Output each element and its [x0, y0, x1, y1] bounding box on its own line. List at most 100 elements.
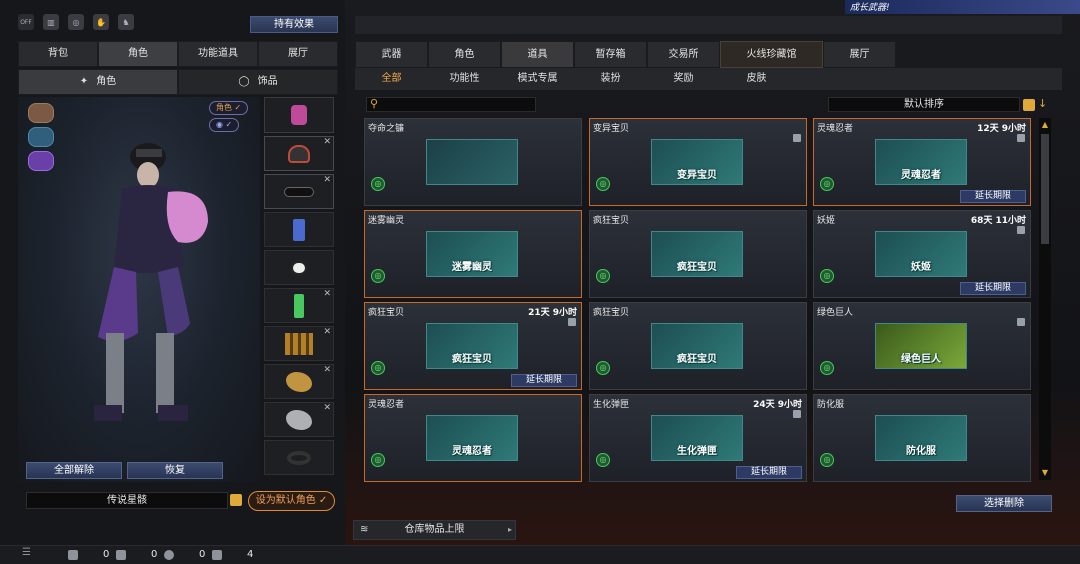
- event-banner[interactable]: 成长武器!: [845, 0, 1080, 14]
- power-off-icon[interactable]: OFF: [18, 14, 34, 30]
- slot-bracelet[interactable]: [264, 440, 334, 475]
- message-count: 0: [199, 549, 206, 560]
- thumbnail-label: 疯狂宝贝: [452, 354, 492, 365]
- character-preview[interactable]: 角色 ✓ ◉ ✓: [18, 97, 260, 482]
- extend-duration-button[interactable]: 延长期限: [511, 374, 577, 387]
- sort-select[interactable]: 默认排序: [828, 97, 1020, 112]
- category-functional[interactable]: 功能性: [428, 68, 501, 90]
- tradeable-badge-icon: ◎: [371, 269, 385, 283]
- slot-goggles[interactable]: ✕: [264, 174, 334, 209]
- slot-battery[interactable]: ✕: [264, 288, 334, 323]
- remove-helmet-icon[interactable]: ✕: [323, 137, 331, 147]
- item-name: 灵魂忍者: [368, 400, 405, 410]
- extend-duration-button[interactable]: 延长期限: [736, 466, 802, 479]
- item-card[interactable]: 夺命之镰 ◎: [364, 118, 582, 206]
- lock-icon[interactable]: [1017, 226, 1025, 234]
- status-bar: ☰ 0 0 0 4: [0, 545, 1080, 564]
- clear-all-button[interactable]: 全部解除: [26, 462, 122, 479]
- restore-button[interactable]: 恢复: [127, 462, 223, 479]
- item-card[interactable]: 生化弹匣 24天 9小时 生化弹匣 ◎ 延长期限: [589, 394, 807, 482]
- item-time-left: 21天 9小时: [528, 308, 577, 318]
- sort-order-icon[interactable]: ↓: [1038, 97, 1047, 110]
- speaker-icon[interactable]: [212, 550, 222, 560]
- item-thumbnail: 疯狂宝贝: [426, 323, 518, 369]
- tab-items[interactable]: 道具: [501, 41, 574, 68]
- category-bar: 全部 功能性 模式专属 装扮 奖励 皮肤: [355, 68, 1062, 90]
- shield-icon[interactable]: [116, 550, 126, 560]
- item-card[interactable]: 绿色巨人 绿色巨人 ◎: [813, 302, 1031, 390]
- remove-goggles-icon[interactable]: ✕: [323, 175, 331, 185]
- subtab-accessory[interactable]: ◯ 饰品: [178, 69, 338, 95]
- thumbnail-label: 生化弹匣: [677, 446, 717, 457]
- item-name: 妖姬: [817, 216, 836, 226]
- character-icon: ✦: [79, 76, 89, 87]
- menu-icon[interactable]: ☰: [22, 547, 32, 558]
- slot-panda[interactable]: [264, 250, 334, 285]
- item-card[interactable]: 灵魂忍者 12天 9小时 灵魂忍者 ◎ 延长期限: [813, 118, 1031, 206]
- sub-tab-bar: ✦ 角色 ◯ 饰品: [18, 69, 338, 95]
- item-card[interactable]: 妖姬 68天 11小时 妖姬 ◎ 延长期限: [813, 210, 1031, 298]
- pet-icon[interactable]: ♞: [118, 14, 134, 30]
- owned-effects-button[interactable]: 持有效果: [250, 16, 338, 33]
- tab-roles[interactable]: 角色: [428, 41, 501, 68]
- remove-battery-icon[interactable]: ✕: [323, 289, 331, 299]
- item-card[interactable]: 防化服 防化服 ◎: [813, 394, 1031, 482]
- tab-character[interactable]: 角色: [98, 41, 178, 67]
- slot-gold-dragon[interactable]: ✕: [264, 364, 334, 399]
- subtab-character[interactable]: ✦ 角色: [18, 69, 178, 95]
- item-card[interactable]: 灵魂忍者 灵魂忍者 ◎: [364, 394, 582, 482]
- tab-exhibit[interactable]: 展厅: [823, 41, 896, 68]
- stats-icon[interactable]: ▥: [43, 14, 59, 30]
- slot-ammo[interactable]: ✕: [264, 326, 334, 361]
- tab-exchange[interactable]: 交易所: [647, 41, 720, 68]
- item-card[interactable]: 变异宝贝 变异宝贝 ◎: [589, 118, 807, 206]
- slot-helmet[interactable]: ✕: [264, 136, 334, 171]
- remove-gold-dragon-icon[interactable]: ✕: [323, 365, 331, 375]
- category-all[interactable]: 全部: [355, 68, 428, 90]
- tab-weapons[interactable]: 武器: [355, 41, 428, 68]
- slot-radio[interactable]: [264, 212, 334, 247]
- lock-icon[interactable]: [793, 134, 801, 142]
- category-mode[interactable]: 模式专属: [501, 68, 574, 90]
- extend-duration-button[interactable]: 延长期限: [960, 190, 1026, 203]
- thumbnail-label: 疯狂宝贝: [677, 262, 717, 273]
- camera-rotate-icon[interactable]: ◎: [68, 14, 84, 30]
- remove-ammo-icon[interactable]: ✕: [323, 327, 331, 337]
- list-menu-icon[interactable]: [230, 494, 242, 506]
- extend-duration-button[interactable]: 延长期限: [960, 282, 1026, 295]
- gesture-icon[interactable]: ✋: [93, 14, 109, 30]
- item-card[interactable]: 迷雾幽灵 迷雾幽灵 ◎: [364, 210, 582, 298]
- item-thumbnail: 绿色巨人: [875, 323, 967, 369]
- slot-silver-dragon[interactable]: ✕: [264, 402, 334, 437]
- scroll-up-icon[interactable]: ▲: [1040, 120, 1050, 130]
- tab-storage-box[interactable]: 暂存箱: [574, 41, 647, 68]
- item-card[interactable]: 疯狂宝贝 疯狂宝贝 ◎: [589, 302, 807, 390]
- tab-showroom[interactable]: 展厅: [258, 41, 338, 67]
- slot-pink-item[interactable]: [264, 97, 334, 133]
- lock-icon[interactable]: [1017, 134, 1025, 142]
- chat-icon[interactable]: [164, 550, 174, 560]
- scroll-down-icon[interactable]: ▼: [1040, 468, 1050, 478]
- character-name-field[interactable]: 传说星骸: [26, 492, 228, 509]
- category-skin[interactable]: 皮肤: [720, 68, 793, 90]
- tab-function-items[interactable]: 功能道具: [178, 41, 258, 67]
- lock-icon[interactable]: [1017, 318, 1025, 326]
- set-default-character-button[interactable]: 设为默认角色 ✓: [248, 491, 335, 511]
- category-reward[interactable]: 奖励: [647, 68, 720, 90]
- lock-icon[interactable]: [793, 410, 801, 418]
- item-card[interactable]: 疯狂宝贝 疯狂宝贝 ◎: [589, 210, 807, 298]
- remove-silver-dragon-icon[interactable]: ✕: [323, 403, 331, 413]
- search-input[interactable]: ⚲: [366, 97, 536, 112]
- tab-collection[interactable]: 火线珍藏馆: [720, 41, 823, 68]
- scroll-thumb[interactable]: [1041, 134, 1049, 244]
- tradeable-badge-icon: ◎: [596, 361, 610, 375]
- storage-limit-bar[interactable]: ≋ 仓库物品上限 ▸: [353, 520, 516, 540]
- list-view-icon[interactable]: [1023, 99, 1035, 111]
- tab-backpack[interactable]: 背包: [18, 41, 98, 67]
- tradeable-badge-icon: ◎: [820, 269, 834, 283]
- friends-icon[interactable]: [68, 550, 78, 560]
- item-card[interactable]: 疯狂宝贝 21天 9小时 疯狂宝贝 ◎ 延长期限: [364, 302, 582, 390]
- category-outfit[interactable]: 装扮: [574, 68, 647, 90]
- select-delete-button[interactable]: 选择删除: [956, 495, 1052, 512]
- lock-icon[interactable]: [568, 318, 576, 326]
